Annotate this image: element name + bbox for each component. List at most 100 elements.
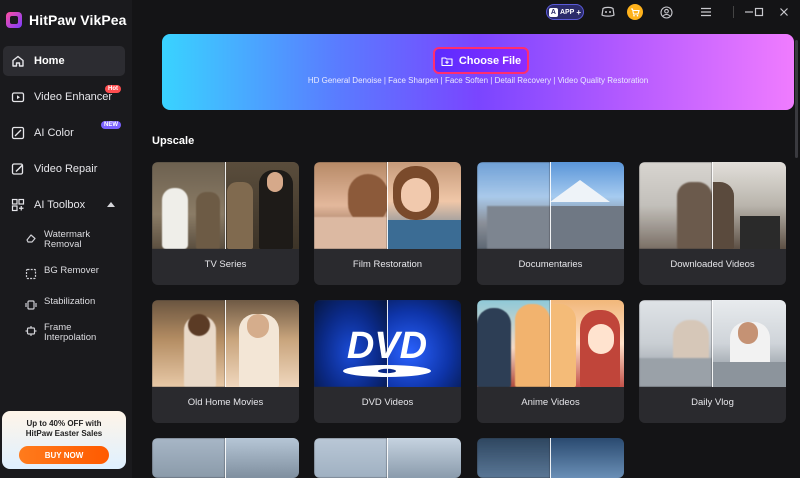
card-dvd-videos[interactable]: DVD DVD Videos xyxy=(314,300,461,423)
toolbox-item-label: BG Remover xyxy=(44,265,99,276)
video-repair-icon xyxy=(11,162,25,176)
promo-line-2: HitPaw Easter Sales xyxy=(25,429,103,438)
compare-divider xyxy=(387,438,388,478)
thumbnail xyxy=(477,162,624,249)
sidebar-item-label: Home xyxy=(34,55,65,67)
cart-icon[interactable] xyxy=(627,4,643,20)
before-image xyxy=(152,438,225,478)
frame-interpolation-icon xyxy=(25,324,37,336)
thumbnail: DVD xyxy=(314,300,461,387)
discord-icon[interactable] xyxy=(600,4,616,20)
sidebar-item-video-enhancer[interactable]: Video Enhancer Hot xyxy=(3,82,125,112)
sidebar-item-label: AI Toolbox xyxy=(34,199,86,211)
thumbnail xyxy=(477,438,624,478)
close-icon[interactable] xyxy=(776,4,792,20)
card-label: Downloaded Videos xyxy=(670,259,755,270)
before-image xyxy=(477,438,550,478)
buy-now-button[interactable]: BUY NOW xyxy=(19,446,109,464)
title-bar-divider xyxy=(733,6,734,18)
app-download-button[interactable]: A APP + xyxy=(546,4,584,20)
after-image xyxy=(387,438,461,478)
maximize-icon[interactable] xyxy=(751,4,767,20)
after-image xyxy=(225,438,299,478)
sidebar-item-label: AI Color xyxy=(34,127,74,139)
choose-file-label: Choose File xyxy=(458,54,522,67)
section-title: Upscale xyxy=(152,135,195,147)
toolbox-item-watermark-removal[interactable]: Watermark Removal xyxy=(25,230,125,250)
promo-text: Up to 40% OFF with HitPaw Easter Sales xyxy=(2,419,126,439)
thumbnail xyxy=(639,162,786,249)
sidebar-item-label: Video Repair xyxy=(34,163,98,175)
after-image xyxy=(225,300,299,387)
card-tv-series[interactable]: TV Series xyxy=(152,162,299,285)
app-badge-label: APP xyxy=(559,8,575,16)
after-image xyxy=(550,162,624,249)
compare-divider xyxy=(550,162,551,249)
card-label: Film Restoration xyxy=(352,259,423,270)
home-icon xyxy=(11,54,25,68)
compare-divider xyxy=(225,300,226,387)
scrollbar[interactable] xyxy=(795,40,798,158)
hot-badge: Hot xyxy=(105,85,121,93)
stabilization-icon xyxy=(25,298,37,310)
card-downloaded-videos[interactable]: Downloaded Videos xyxy=(639,162,786,285)
after-image xyxy=(225,162,299,249)
card-old-home-movies[interactable]: Old Home Movies xyxy=(152,300,299,423)
thumbnail xyxy=(639,300,786,387)
brand: HitPaw VikPea xyxy=(6,12,127,28)
user-icon[interactable] xyxy=(658,4,674,20)
promo-banner[interactable]: Up to 40% OFF with HitPaw Easter Sales B… xyxy=(2,411,126,469)
card-label: TV Series xyxy=(204,259,247,270)
feature-list: HD General Denoise | Face Sharpen | Face… xyxy=(307,76,649,85)
card-label: Anime Videos xyxy=(521,397,580,408)
card-anime-videos[interactable]: Anime Videos xyxy=(477,300,624,423)
app-logo-icon xyxy=(6,12,22,28)
toolbox-item-stabilization[interactable]: Stabilization xyxy=(25,297,125,310)
sidebar-item-home[interactable]: Home xyxy=(3,46,125,76)
card-daily-vlog[interactable]: Daily Vlog xyxy=(639,300,786,423)
title-bar: A APP + xyxy=(540,0,800,24)
bg-remover-icon xyxy=(25,267,37,280)
before-image xyxy=(152,162,225,249)
compare-divider xyxy=(550,300,551,387)
after-image xyxy=(712,162,786,249)
sidebar-item-label: Video Enhancer xyxy=(34,91,113,103)
sidebar-item-ai-toolbox[interactable]: AI Toolbox xyxy=(3,190,125,220)
sidebar-item-ai-color[interactable]: AI Color NEW xyxy=(3,118,125,148)
card-documentaries[interactable]: Documentaries xyxy=(477,162,624,285)
card-film-restoration[interactable]: Film Restoration xyxy=(314,162,461,285)
card-label: Documentaries xyxy=(518,259,583,270)
thumbnail xyxy=(477,300,624,387)
thumbnail xyxy=(152,438,299,478)
toolbox-item-bg-remover[interactable]: BG Remover xyxy=(25,265,125,280)
thumbnail xyxy=(314,162,461,249)
before-image xyxy=(314,162,388,249)
card-row3-3[interactable] xyxy=(477,438,624,478)
after-image xyxy=(712,300,786,387)
thumbnail xyxy=(314,438,461,478)
compare-divider xyxy=(387,300,388,387)
app-window: HitPaw VikPea Home Video Enhancer Hot AI… xyxy=(0,0,800,478)
promo-line-1: Up to 40% OFF with xyxy=(26,419,102,428)
toolbox-item-frame-interpolation[interactable]: Frame Interpolation xyxy=(25,323,125,343)
toolbox-item-label: Watermark Removal xyxy=(44,229,91,250)
card-row3-1[interactable] xyxy=(152,438,299,478)
compare-divider xyxy=(712,162,713,249)
after-image xyxy=(387,162,461,249)
card-row3-2[interactable] xyxy=(314,438,461,478)
toolbox-item-label: Stabilization xyxy=(44,296,96,307)
app-icon: A xyxy=(548,7,558,17)
compare-divider xyxy=(225,438,226,478)
choose-file-button[interactable]: Choose File xyxy=(433,47,529,74)
file-drop-area[interactable]: Choose File HD General Denoise | Face Sh… xyxy=(162,34,794,110)
thumbnail xyxy=(152,300,299,387)
menu-icon[interactable] xyxy=(698,4,714,20)
app-name: HitPaw VikPea xyxy=(29,12,127,28)
compare-divider xyxy=(387,162,388,249)
toolbox-item-label: Frame Interpolation xyxy=(44,322,97,343)
sidebar: HitPaw VikPea Home Video Enhancer Hot AI… xyxy=(0,0,132,478)
after-image xyxy=(550,300,624,387)
chevron-up-icon[interactable] xyxy=(107,202,115,207)
sidebar-item-video-repair[interactable]: Video Repair xyxy=(3,154,125,184)
toolbox-icon xyxy=(11,198,25,212)
